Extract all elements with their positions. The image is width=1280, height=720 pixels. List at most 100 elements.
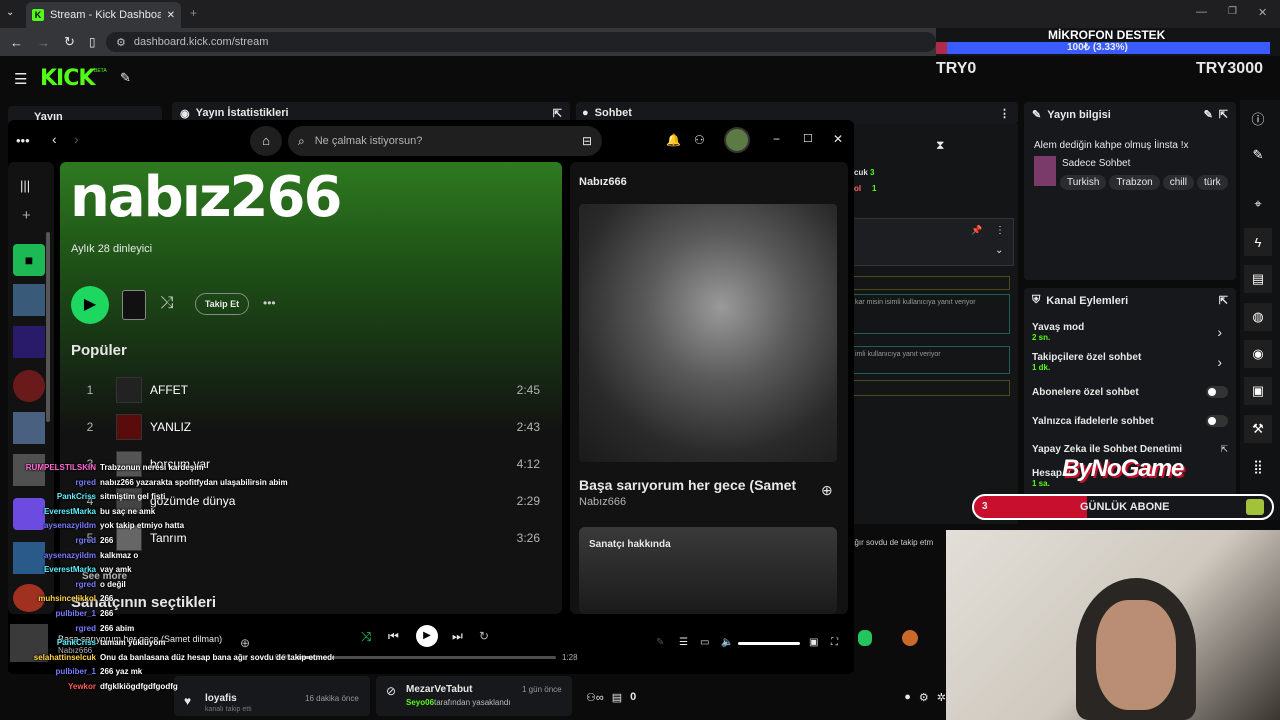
popout-actions-icon[interactable]: ⇱ — [1219, 294, 1228, 307]
fullscreen-icon[interactable]: ⛶ — [831, 637, 838, 648]
pinned-more-icon[interactable]: ⋮ — [995, 225, 1005, 236]
chat-message: ağır sovdu de takip etm — [850, 538, 934, 547]
ban-user[interactable]: MezarVeTabut — [406, 684, 473, 695]
spotify-close-icon[interactable]: ✕ — [833, 132, 843, 146]
back-icon[interactable]: ← — [10, 35, 23, 50]
tag-chip[interactable]: türk — [1196, 175, 1228, 190]
split-view-icon[interactable]: ▯ — [89, 35, 96, 49]
new-tab-icon[interactable]: + — [190, 6, 197, 20]
shuffle-active-icon[interactable]: ⤨ — [361, 629, 371, 645]
reload-icon[interactable]: ↻ — [64, 34, 75, 50]
site-info-icon[interactable]: ⚙ — [116, 36, 126, 49]
library-item-cover[interactable] — [13, 412, 45, 444]
now-playing-artist[interactable]: Nabız666 — [579, 496, 626, 508]
emotes-only-toggle[interactable] — [1206, 415, 1228, 427]
home-icon[interactable]: ⌂ — [250, 126, 282, 156]
spotify-search-box[interactable]: ⌕ Ne çalmak istiyorsun? ⊟ — [288, 126, 602, 156]
next-icon[interactable]: ⏭ — [452, 629, 463, 644]
more-options-icon[interactable]: ••• — [263, 296, 276, 310]
library-item-cover[interactable] — [13, 284, 45, 316]
broadcast-icon[interactable]: ◉ — [1244, 340, 1272, 368]
artist-shuffle-cover[interactable] — [122, 290, 146, 320]
pin-icon[interactable]: 📌 — [971, 225, 982, 236]
now-playing-artist-header[interactable]: Nabız666 — [579, 176, 627, 188]
ban-by[interactable]: Seyo06 — [406, 698, 434, 707]
library-icon[interactable]: ||| — [20, 178, 30, 193]
close-window-icon[interactable]: ✕ — [1258, 6, 1267, 19]
info-icon[interactable]: ⓘ — [1244, 104, 1272, 132]
forward-icon[interactable]: → — [37, 35, 50, 50]
tag-chip[interactable]: chill — [1162, 175, 1194, 190]
spotify-menu-icon[interactable]: ••• — [16, 133, 30, 148]
action-slow-mode[interactable]: Yavaş mod 2 sn. › — [1032, 322, 1228, 342]
tools-icon[interactable]: ✎ — [120, 70, 131, 86]
pen-icon[interactable]: ✎ — [1244, 141, 1272, 169]
browser-tab[interactable]: K Stream - Kick Dashboard ✕ — [26, 2, 181, 28]
people-icon[interactable]: ⚇∞ — [586, 691, 604, 704]
play-artist-button[interactable]: ▶ — [71, 286, 109, 324]
library-item-cover[interactable] — [13, 370, 45, 402]
bell-icon[interactable]: 🔔 — [666, 133, 681, 147]
chat-bubble-icon[interactable]: ◍ — [1244, 303, 1272, 331]
gift-icon[interactable]: ▤ — [612, 691, 622, 704]
queue-icon[interactable]: ☰ — [679, 637, 688, 648]
shuffle-icon[interactable]: ⤨ — [160, 293, 174, 313]
maximize-window-icon[interactable]: ❐ — [1228, 6, 1237, 17]
layout-icon[interactable]: ▣ — [1244, 377, 1272, 405]
subscribers-only-toggle[interactable] — [1206, 386, 1228, 398]
lightning-icon[interactable]: ϟ — [1244, 228, 1272, 256]
tab-list-icon[interactable]: ⌄ — [6, 7, 14, 18]
focus-icon[interactable]: ⌖ — [1244, 190, 1272, 218]
wrench-icon[interactable]: ⚒ — [1244, 415, 1272, 443]
about-artist-card[interactable]: Sanatçı hakkında — [579, 527, 837, 614]
expand-icon[interactable]: ⌄ — [995, 245, 1003, 256]
reply-box-bottom — [850, 380, 1010, 396]
friends-icon[interactable]: ⚇ — [694, 133, 705, 147]
create-playlist-icon[interactable]: + — [22, 207, 31, 224]
more-options-icon[interactable]: ⋮ — [999, 107, 1010, 120]
timer-icon[interactable]: ⧗ — [936, 138, 944, 153]
spotify-maximize-icon[interactable]: ☐ — [803, 132, 813, 145]
edit-icon[interactable]: ✎ — [1204, 108, 1213, 121]
track-row[interactable]: 2 YANLIZ 2:43 — [80, 410, 540, 444]
browse-icon[interactable]: ⊟ — [582, 134, 592, 148]
emote-icon[interactable]: ● — [904, 691, 911, 703]
settings-icon[interactable]: ⚙ — [919, 691, 929, 704]
now-playing-title[interactable]: Başa sarıyorum her gece (Samet — [579, 477, 819, 493]
connect-device-icon[interactable]: ▭ — [700, 637, 709, 648]
spotify-forward-icon[interactable]: › — [74, 131, 79, 147]
menu-icon[interactable]: ☰ — [14, 70, 27, 88]
volume-slider[interactable] — [738, 642, 800, 645]
minimize-window-icon[interactable]: — — [1196, 6, 1207, 18]
popout-icon[interactable]: ⇱ — [553, 107, 562, 120]
action-ai-moderation[interactable]: Yapay Zeka ile Sohbet Denetimi ⇱ — [1032, 444, 1228, 455]
clipboard-icon[interactable]: ▤ — [1244, 265, 1272, 293]
profile-avatar[interactable] — [724, 127, 750, 153]
grid-icon[interactable]: ⣿ — [1244, 453, 1272, 481]
library-scrollbar[interactable] — [46, 232, 50, 422]
progress-bar[interactable] — [296, 656, 556, 659]
tag-chip[interactable]: Turkish — [1060, 175, 1107, 190]
chat-user-1: cuk — [854, 168, 868, 177]
lyrics-icon[interactable]: ✎ — [656, 637, 664, 648]
volume-icon[interactable]: 🔈 — [721, 637, 733, 648]
repeat-icon[interactable]: ↻ — [479, 629, 489, 643]
kick-logo[interactable]: KICK — [40, 66, 95, 91]
follow-button[interactable]: Takip Et — [195, 293, 249, 315]
miniplayer-icon[interactable]: ▣ — [809, 637, 818, 648]
spotify-back-icon[interactable]: ‹ — [52, 131, 57, 147]
channel-actions-title: Kanal Eylemleri — [1046, 294, 1129, 307]
tag-chip[interactable]: Trabzon — [1109, 175, 1160, 190]
puzzle-icon[interactable]: ✲ — [937, 691, 946, 704]
library-item-cover[interactable] — [13, 326, 45, 358]
url-field[interactable]: ⚙ dashboard.kick.com/stream — [106, 32, 936, 52]
liked-songs-icon[interactable]: ■ — [13, 244, 45, 276]
play-pause-button[interactable]: ▶ — [416, 625, 438, 647]
action-followers-only[interactable]: Takipçilere özel sohbet 1 dk. › — [1032, 352, 1228, 372]
close-tab-icon[interactable]: ✕ — [167, 10, 175, 21]
spotify-minimize-icon[interactable]: − — [773, 132, 780, 146]
track-row[interactable]: 1 AFFET 2:45 — [80, 373, 540, 407]
previous-icon[interactable]: ⏮ — [388, 629, 399, 644]
add-to-library-icon[interactable]: ⊕ — [821, 482, 833, 499]
popout-info-icon[interactable]: ⇱ — [1219, 108, 1228, 121]
